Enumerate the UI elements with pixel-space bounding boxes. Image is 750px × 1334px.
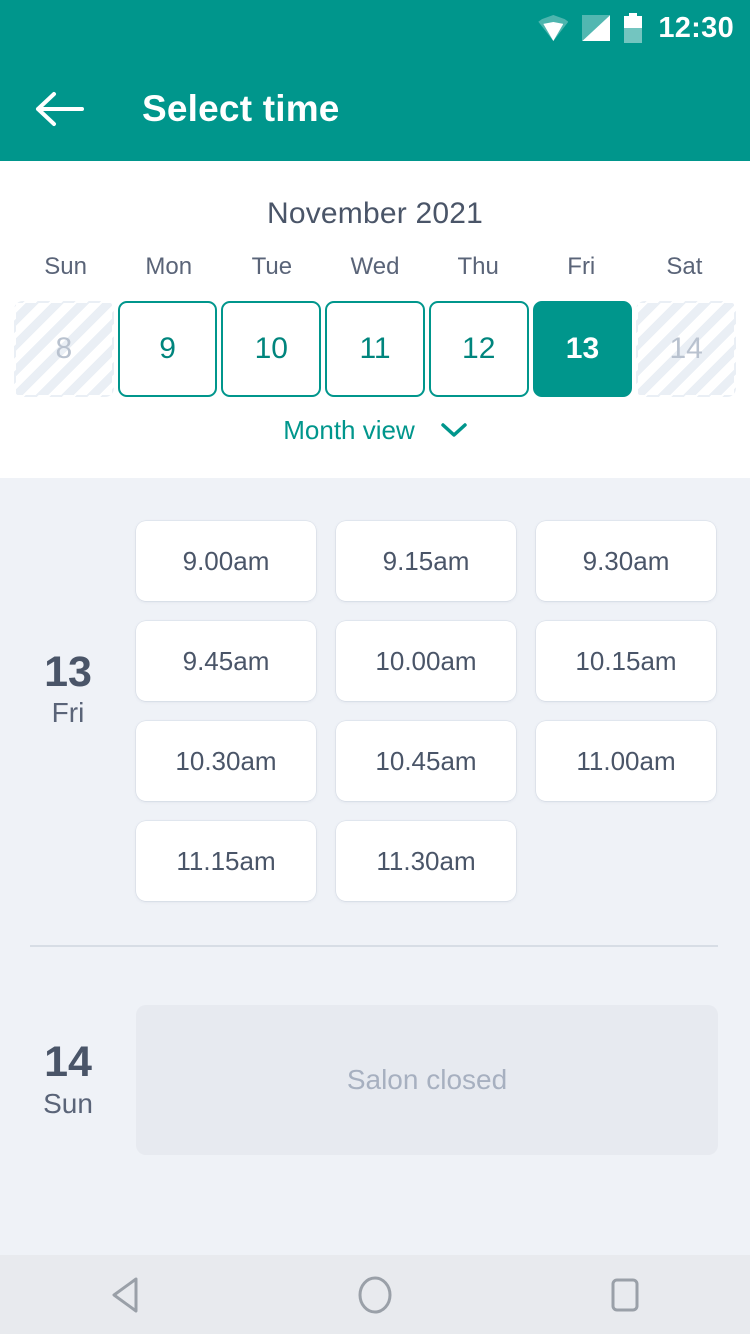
day-number: 14 [44,1038,92,1087]
chevron-down-icon [441,423,467,437]
time-slot[interactable]: 9.15am [336,521,516,601]
weekday-label-tue: Tue [251,253,293,280]
time-slot[interactable]: 10.00am [336,621,516,701]
weekday-label-mon: Mon [145,253,193,280]
calendar-day-9[interactable]: 9 [117,301,218,397]
calendar-panel: November 2021 Sun Mon Tue Wed Thu Fri Sa… [0,161,750,478]
wifi-icon [538,15,569,41]
android-nav-bar [0,1255,750,1334]
weekday-label-thu: Thu [457,253,499,280]
section-divider [30,945,718,947]
nav-recents-button[interactable] [570,1255,680,1334]
day-weekday: Fri [51,697,85,729]
status-bar-icons [538,13,643,43]
time-slot-grid: 9.00am 9.15am 9.30am 9.45am 10.00am 10.1… [136,478,750,901]
weekday-label-fri: Fri [567,253,596,280]
weekday-label-sun: Sun [44,253,87,280]
calendar-day-14: 14 [636,301,737,397]
day-weekday: Sun [43,1087,93,1119]
status-bar-clock: 12:30 [658,11,734,44]
day-block-14: 14 Sun Salon closed [0,1005,750,1155]
day-block-13: 13 Fri 9.00am 9.15am 9.30am 9.45am 10.00… [0,478,750,901]
app-bar: Select time [0,56,750,161]
time-slot[interactable]: 10.45am [336,721,516,801]
battery-icon [624,13,643,43]
calendar-day-13-selected[interactable]: 13 [532,301,633,397]
back-triangle-icon [112,1277,138,1312]
day-label-13: 13 Fri [0,478,136,901]
calendar-day-10[interactable]: 10 [221,301,322,397]
calendar-day-8: 8 [14,301,114,397]
phone-screen: 12:30 Select time November 2021 Sun Mon … [0,0,750,1334]
back-button[interactable] [24,73,96,145]
time-slot[interactable]: 11.15am [136,821,316,901]
back-arrow-icon [36,91,84,126]
calendar-weekday-header: Sun Mon Tue Wed Thu Fri Sat [0,253,750,281]
month-view-toggle[interactable]: Month view [0,415,750,446]
month-view-label: Month view [283,415,415,445]
time-slot[interactable]: 10.15am [536,621,716,701]
time-slot[interactable]: 9.45am [136,621,316,701]
nav-back-button[interactable] [70,1255,180,1334]
status-bar: 12:30 [0,0,750,56]
weekday-label-wed: Wed [350,253,400,280]
salon-closed-card: Salon closed [136,1005,718,1155]
calendar-day-12[interactable]: 12 [428,301,529,397]
schedule-list: 13 Fri 9.00am 9.15am 9.30am 9.45am 10.00… [0,478,750,1255]
page-title: Select time [142,87,340,129]
nav-home-button[interactable] [320,1255,430,1334]
recents-square-icon [611,1278,639,1311]
time-slot[interactable]: 11.00am [536,721,716,801]
calendar-week-row: 8 9 10 11 12 13 14 [0,301,750,397]
day-number: 13 [44,647,92,696]
day-label-14: 14 Sun [0,1005,136,1155]
signal-icon [582,15,611,41]
time-slot[interactable]: 9.30am [536,521,716,601]
time-slot[interactable]: 10.30am [136,721,316,801]
calendar-month-title: November 2021 [266,197,484,230]
home-circle-icon [358,1276,392,1313]
time-slot[interactable]: 9.00am [136,521,316,601]
weekday-label-sat: Sat [666,253,703,280]
calendar-day-11[interactable]: 11 [325,301,425,397]
time-slot[interactable]: 11.30am [336,821,516,901]
